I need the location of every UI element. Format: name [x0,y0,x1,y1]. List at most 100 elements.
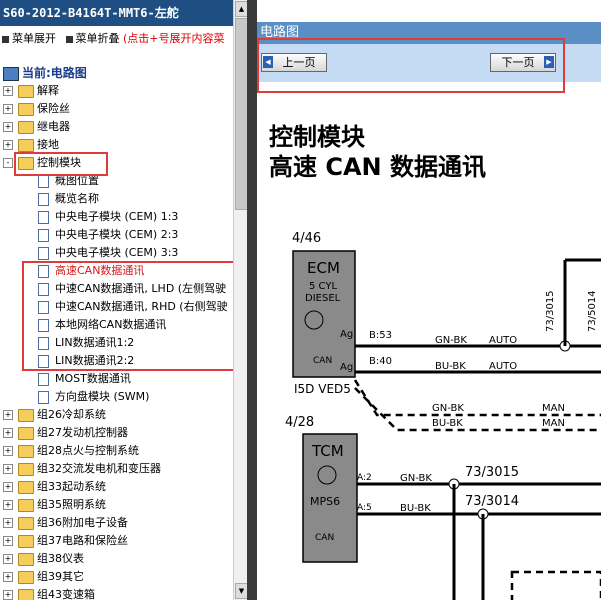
tree-node-group[interactable]: + 组33起动系统 [0,478,233,496]
folder-icon [18,408,34,422]
tree-node-group[interactable]: + 组35照明系统 [0,496,233,514]
ecm-sub2: DIESEL [305,293,341,304]
tree-node-label: 组26冷却系统 [37,408,106,421]
document-icon [38,210,49,224]
tree-node-label: 继电器 [37,120,70,133]
tcm-wire-bu-bk: BU-BK [400,503,431,514]
content-panel: 电路图 ◀ 上一页 下一页 ▶ 控制模块 高速 CAN 数据通讯 4/46 EC… [257,0,601,600]
folder-icon [18,426,34,440]
tree-node-label: 组36附加电子设备 [37,516,128,529]
tree-node-label: 组28点火与控制系统 [37,444,139,457]
current-location-label: 当前:电路图 [22,66,87,80]
expand-toggle-icon[interactable]: + [3,554,13,564]
tree-node-group[interactable]: + 组39其它 [0,568,233,586]
tree-leaf-label: 中央电子模块 (CEM) 1:3 [55,210,179,223]
folder-icon [18,552,34,566]
highlight-box-navigation [257,38,565,93]
tree-leaf-label: MOST数据通讯 [55,372,131,385]
tree-leaf-label: 中央电子模块 (CEM) 2:3 [55,228,179,241]
menu-collapse-icon [65,35,73,43]
tree-node-fuses[interactable]: + 保险丝 [0,100,233,118]
tree-node-explanation[interactable]: + 解释 [0,82,233,100]
connector-73-3015: 73/3015 [545,290,556,332]
folder-icon [18,84,34,98]
pin-a2: A:2 [357,473,372,483]
panel-splitter[interactable] [247,0,257,600]
ecm-ag-1: Ag [340,329,353,340]
tcm-wire-gn-bk: GN-BK [400,473,432,484]
pin-b53: B:53 [369,330,392,341]
collapse-toggle-icon[interactable]: - [3,158,13,168]
tree-node-label: 组37电路和保险丝 [37,534,128,547]
folder-icon [18,138,34,152]
document-title-line2: 高速 CAN 数据通讯 [269,153,486,181]
ecm-can-label: CAN [313,356,332,366]
folder-icon [18,102,34,116]
wire-auto-1: AUTO [489,335,517,346]
tree-node-label: 组39其它 [37,570,84,583]
menu-collapse-link[interactable]: 菜单折叠 [76,32,120,45]
expand-toggle-icon[interactable]: + [3,410,13,420]
tree-leaf[interactable]: 概览名称 [0,190,233,208]
document-icon [38,228,49,242]
folder-icon [18,444,34,458]
window-title: S60-2012-B4164T-MMT6-左舵 [0,0,233,26]
tree-node-label: 接地 [37,138,59,151]
wire-color-gn-bk-2: GN-BK [432,403,464,414]
expand-toggle-icon[interactable]: + [3,536,13,546]
expand-toggle-icon[interactable]: + [3,572,13,582]
connector-73-3014: 73/3014 [465,494,519,509]
menu-expand-link[interactable]: 菜单展开 [12,32,56,45]
tree-leaf[interactable]: 中央电子模块 (CEM) 2:3 [0,226,233,244]
expand-toggle-icon[interactable]: + [3,518,13,528]
tree-node-group[interactable]: + 组32交流发电机和变压器 [0,460,233,478]
computer-icon [3,66,19,81]
document-icon [38,192,49,206]
expand-toggle-icon[interactable]: + [3,140,13,150]
expand-toggle-icon[interactable]: + [3,104,13,114]
expand-toggle-icon[interactable]: + [3,482,13,492]
tree-node-group[interactable]: + 组26冷却系统 [0,406,233,424]
tree-leaf[interactable]: 中央电子模块 (CEM) 1:3 [0,208,233,226]
expand-toggle-icon[interactable]: + [3,590,13,600]
tcm-can-label: CAN [315,533,334,543]
connector-73-3015-b: 73/3015 [465,465,519,480]
wiring-diagram: 4/46 ECM 5 CYL DIESEL Ag CAN Ag I5D VED5… [285,231,601,600]
pin-a5: A:5 [357,503,372,513]
tree-node-group[interactable]: + 组27发动机控制器 [0,424,233,442]
tree-node-group[interactable]: + 组43变速箱 [0,586,233,600]
ecm-code: I5D VED5 [294,382,351,396]
ecm-name: ECM [307,259,340,277]
ecm-sub1: 5 CYL [309,281,337,292]
tree-node-group[interactable]: + 组37电路和保险丝 [0,532,233,550]
tcm-name: TCM [311,442,344,460]
menu-expand-icon [2,35,9,43]
expand-toggle-icon[interactable]: + [3,86,13,96]
current-location: 当前:电路图 [0,64,87,82]
tcm-ref-label: 4/28 [285,415,314,430]
expand-toggle-icon[interactable]: + [3,428,13,438]
tree-scrollbar[interactable]: ▲ ▼ [233,0,248,600]
highlight-box-data-communication [22,261,233,371]
wire-man-2: MAN [542,418,565,429]
expand-toggle-icon[interactable]: + [3,446,13,456]
tree-node-label: 组33起动系统 [37,480,106,493]
expand-toggle-icon[interactable]: + [3,464,13,474]
tree-node-group[interactable]: + 组36附加电子设备 [0,514,233,532]
tree-node-relays[interactable]: + 继电器 [0,118,233,136]
tree-leaf-label: 概览名称 [55,192,99,205]
dashed-box [510,570,601,600]
tree-leaf[interactable]: MOST数据通讯 [0,370,233,388]
expand-toggle-icon[interactable]: + [3,500,13,510]
tree-node-group[interactable]: + 组28点火与控制系统 [0,442,233,460]
document-icon [38,390,49,404]
tcm-sub1: MPS6 [310,495,340,508]
tree-node-group[interactable]: + 组38仪表 [0,550,233,568]
folder-icon [18,462,34,476]
tree-leaf[interactable]: 中央电子模块 (CEM) 3:3 [0,244,233,262]
folder-icon [18,480,34,494]
tree-leaf[interactable]: 方向盘模块 (SWM) [0,388,233,406]
tree-node-label: 组27发动机控制器 [37,426,128,439]
expand-toggle-icon[interactable]: + [3,122,13,132]
tree-node-label: 保险丝 [37,102,70,115]
